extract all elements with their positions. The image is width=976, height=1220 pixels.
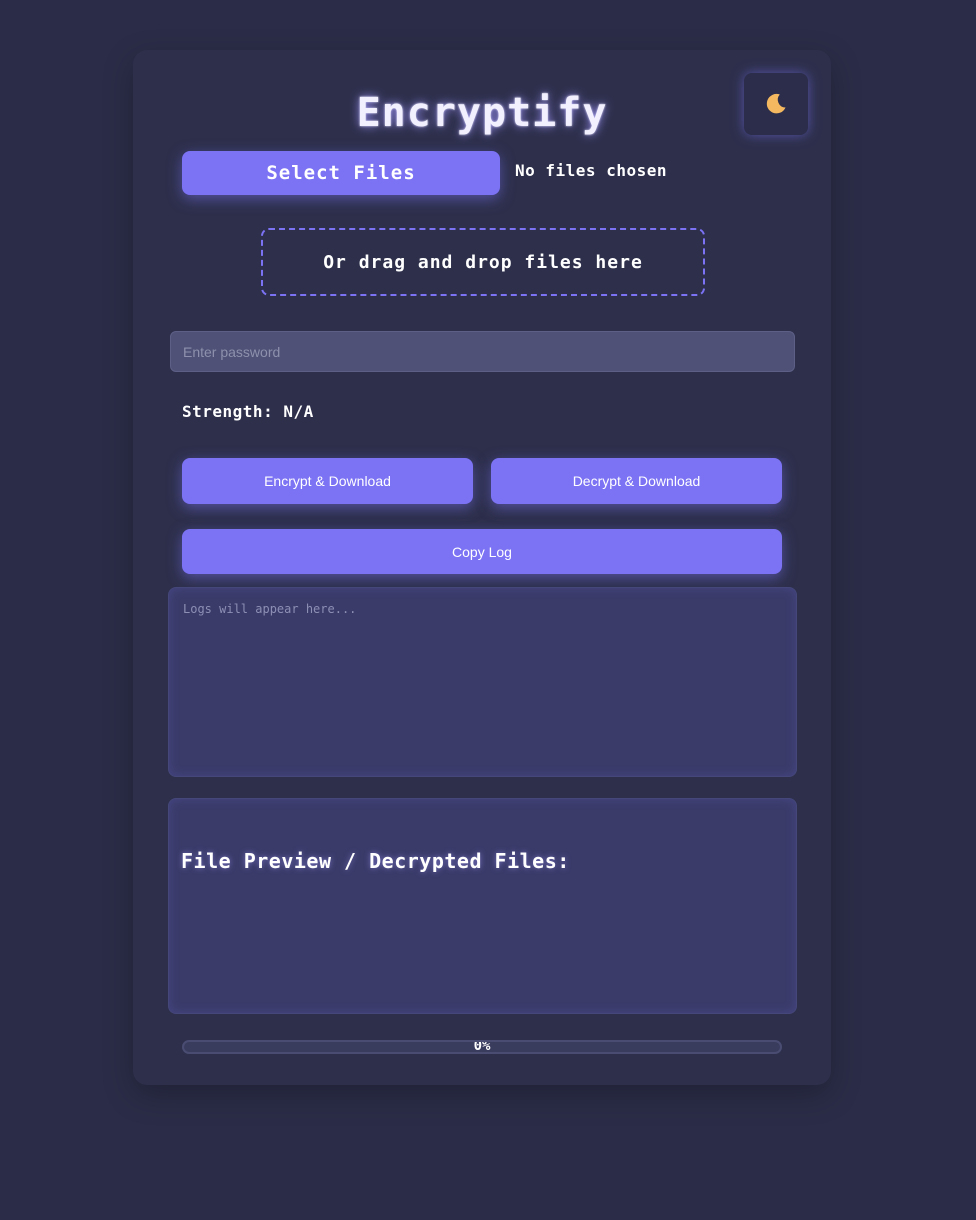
- select-files-button[interactable]: Select Files: [182, 151, 500, 195]
- theme-toggle-button[interactable]: [744, 73, 808, 135]
- file-preview-panel: File Preview / Decrypted Files:: [168, 798, 797, 1014]
- log-output[interactable]: Logs will appear here...: [168, 587, 797, 777]
- preview-heading: File Preview / Decrypted Files:: [181, 849, 570, 873]
- decrypt-download-button[interactable]: Decrypt & Download: [491, 458, 782, 504]
- progress-bar: 0%: [182, 1040, 782, 1054]
- encrypt-download-button[interactable]: Encrypt & Download: [182, 458, 473, 504]
- password-strength: Strength: N/A: [182, 402, 314, 421]
- copy-log-button[interactable]: Copy Log: [182, 529, 782, 574]
- moon-icon: [766, 93, 786, 114]
- progress-label: 0%: [473, 1040, 491, 1054]
- password-input[interactable]: [170, 331, 795, 372]
- drop-zone-label: Or drag and drop files here: [323, 251, 643, 273]
- file-status-text: No files chosen: [515, 161, 667, 180]
- log-placeholder: Logs will appear here...: [183, 602, 357, 616]
- drop-zone[interactable]: Or drag and drop files here: [261, 228, 705, 296]
- main-card: Encryptify Select Files No files chosen …: [133, 50, 831, 1085]
- app-title: Encryptify: [356, 90, 608, 136]
